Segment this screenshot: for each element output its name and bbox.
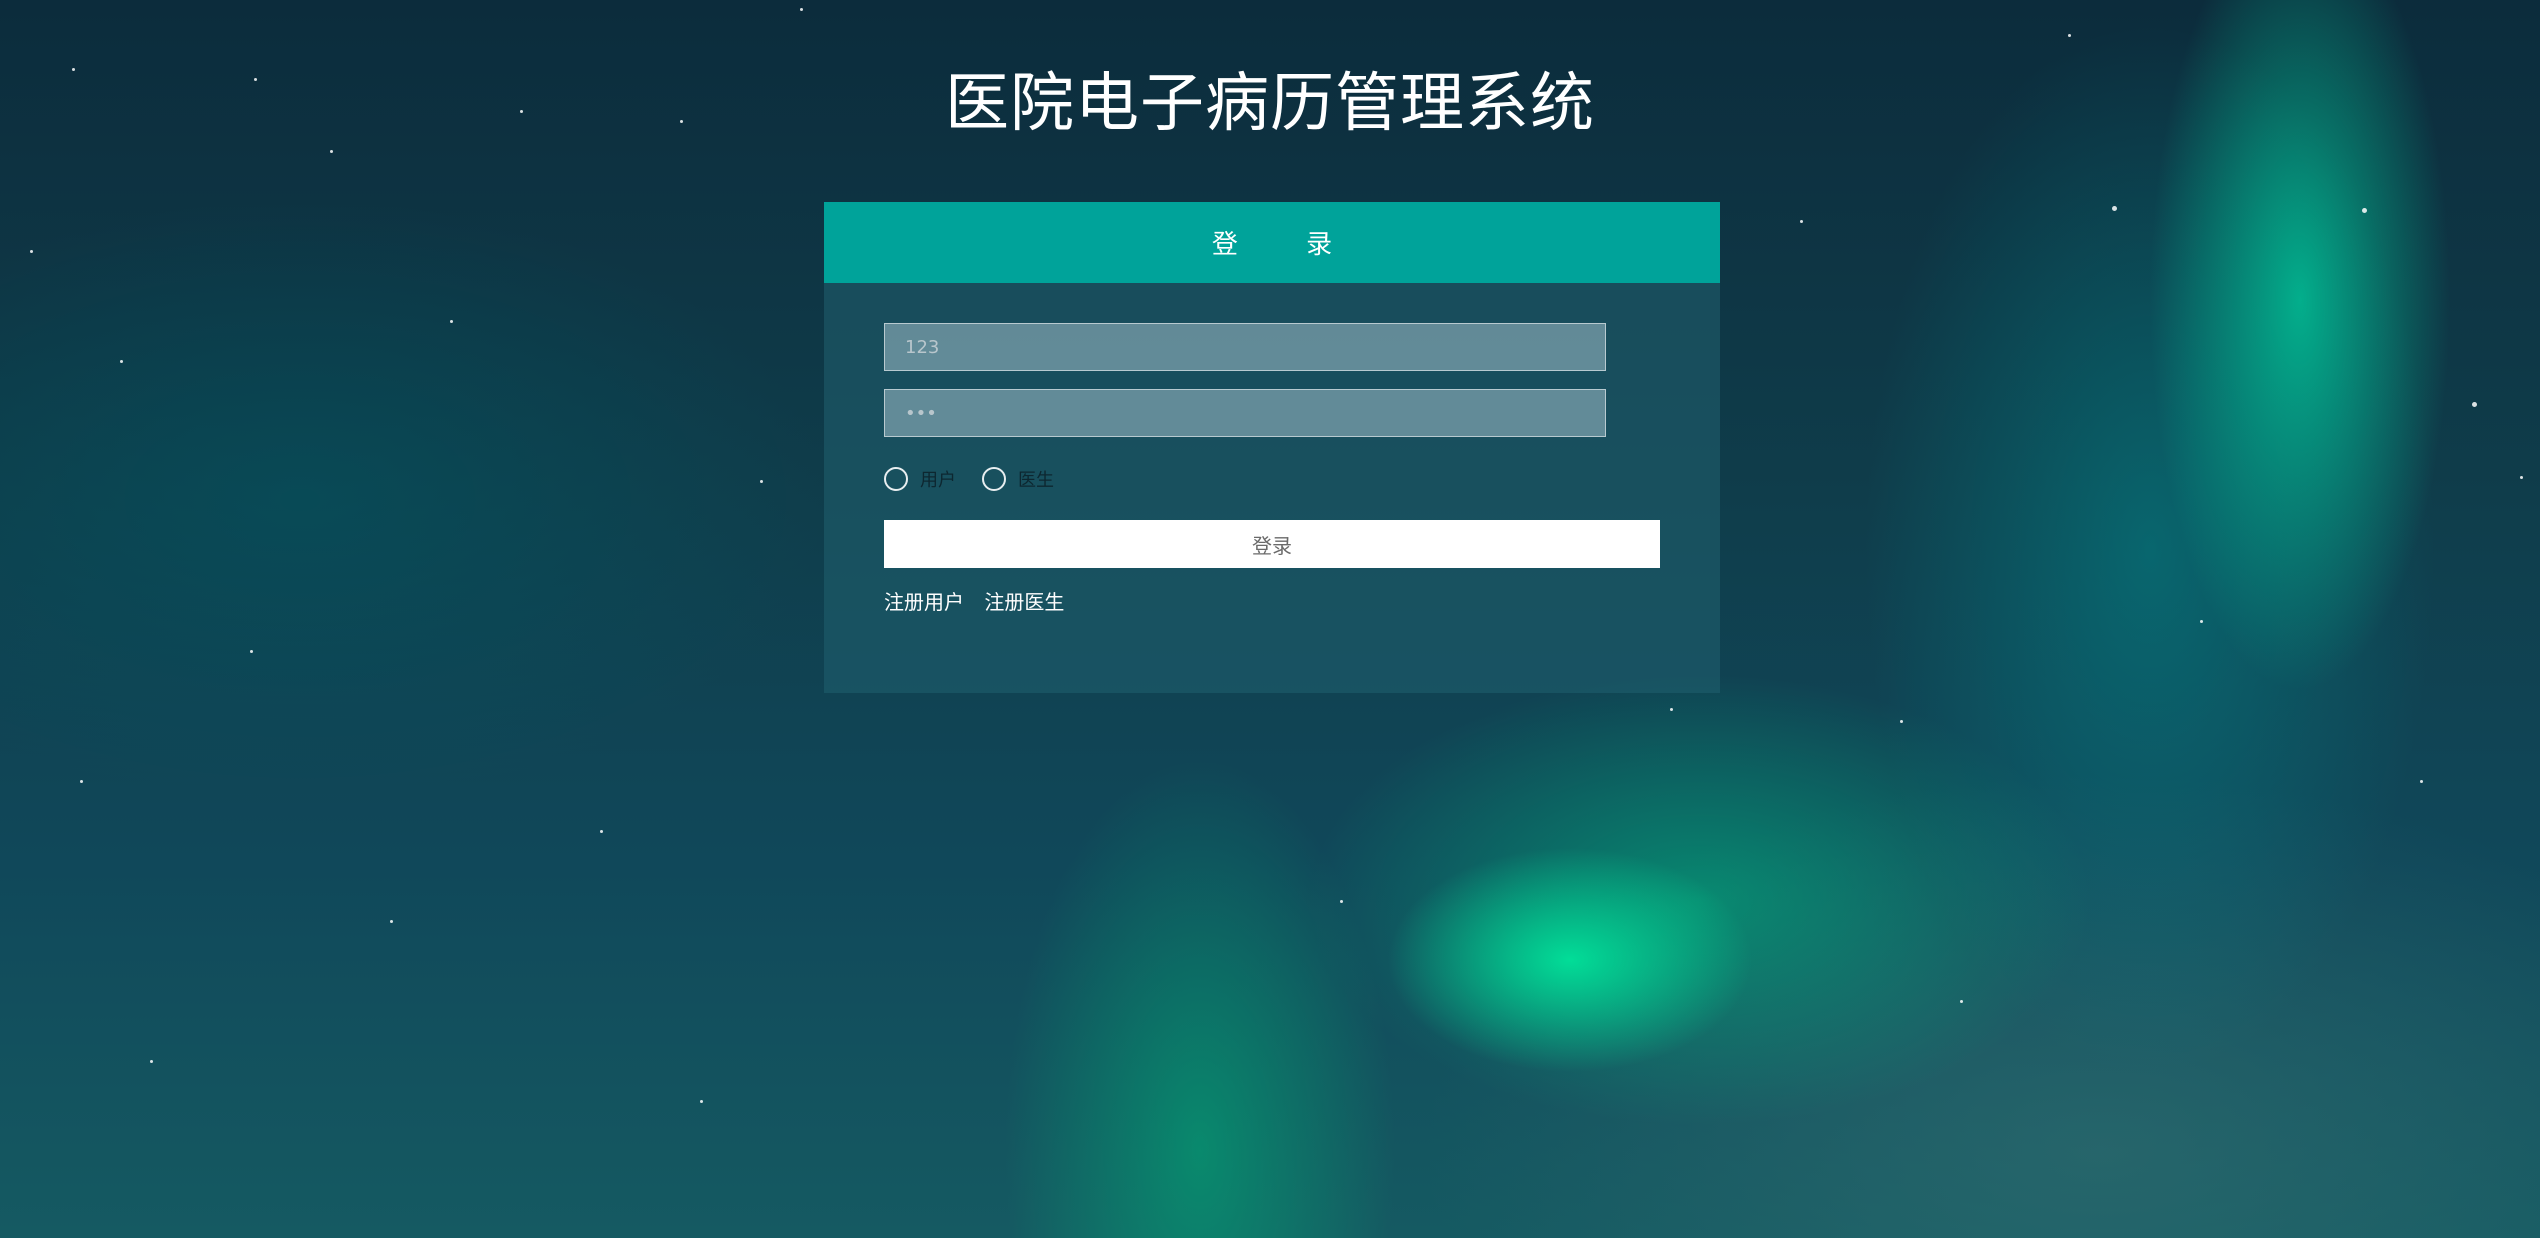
star	[2520, 476, 2523, 479]
page-title: 医院电子病历管理系统	[945, 67, 1595, 141]
star	[700, 1100, 703, 1103]
star	[2200, 620, 2203, 623]
role-selector: 用户 医生	[884, 466, 1080, 492]
star	[2420, 780, 2423, 783]
star	[1900, 720, 1903, 723]
role-label-user: 用户	[920, 470, 956, 491]
register-links: 注册用户 注册医生	[884, 586, 1078, 615]
star	[390, 920, 393, 923]
star	[80, 780, 83, 783]
star	[800, 8, 803, 11]
star	[150, 1060, 153, 1063]
star	[2068, 34, 2071, 37]
role-label-doctor: 医生	[1018, 470, 1054, 491]
username-input[interactable]	[884, 323, 1606, 371]
star	[1670, 708, 1673, 711]
star	[1340, 900, 1343, 903]
login-card-header: 登 录	[824, 202, 1720, 283]
star	[2112, 206, 2117, 211]
login-button[interactable]: 登录	[884, 520, 1660, 568]
star	[760, 480, 763, 483]
password-input[interactable]	[884, 389, 1606, 437]
star	[2362, 208, 2367, 213]
login-card: 登 录 用户 医生 登录 注册用户 注册医生	[824, 202, 1720, 693]
register-doctor-link[interactable]: 注册医生	[984, 590, 1064, 614]
star	[120, 360, 123, 363]
star	[2472, 402, 2477, 407]
star	[1800, 220, 1803, 223]
star	[450, 320, 453, 323]
role-radio-user[interactable]	[884, 467, 908, 491]
star	[1960, 1000, 1963, 1003]
register-user-link[interactable]: 注册用户	[884, 590, 964, 614]
star	[250, 650, 253, 653]
star	[600, 830, 603, 833]
star	[330, 150, 333, 153]
role-radio-doctor[interactable]	[982, 467, 1006, 491]
star	[30, 250, 33, 253]
